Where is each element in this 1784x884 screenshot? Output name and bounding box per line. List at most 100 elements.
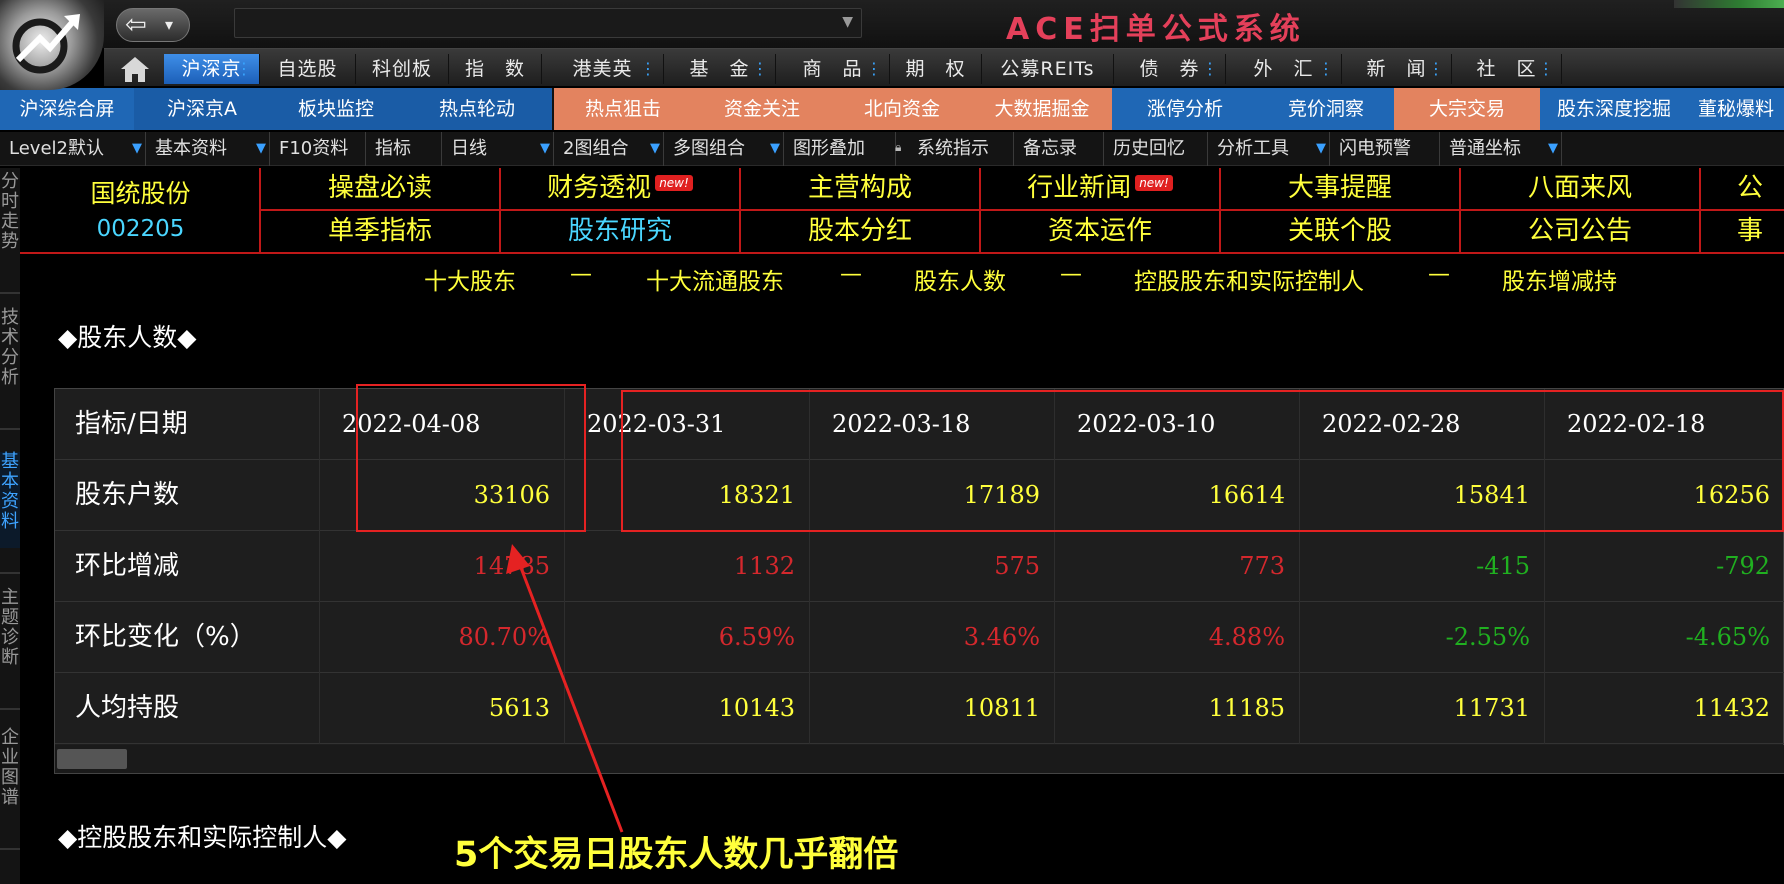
toolbar-item[interactable]: 历史回忆 xyxy=(1104,132,1208,166)
sub-nav-separator: — xyxy=(1428,262,1450,287)
toolbar-item[interactable]: 普通坐标 ▼ xyxy=(1440,132,1562,166)
dots-icon: ⋮ xyxy=(866,59,883,78)
market-tab[interactable]: 社 区 ⋮ xyxy=(1452,54,1562,84)
feature-tab[interactable]: 大数据掘金 xyxy=(972,88,1112,130)
toolbar-item[interactable]: 基本资料 ▼ xyxy=(146,132,270,166)
table-cell: -792 xyxy=(1545,531,1784,602)
dropdown-icon[interactable]: ▼ xyxy=(650,132,660,166)
f10-link[interactable]: 操盘必读 xyxy=(261,168,501,209)
f10-link[interactable]: 行业新闻 new! xyxy=(981,168,1221,209)
f10-link[interactable]: 大事提醒 xyxy=(1221,168,1461,209)
feature-tab[interactable]: 热点狙击 xyxy=(554,88,692,130)
f10-link-label: 公 xyxy=(1737,173,1764,203)
feature-tabs: 沪深综合屏 沪深京A 板块监控 热点轮动 热点狙击 资金关注 北向资金 大数据掘金 涨停分析 竞价… xyxy=(0,88,1784,130)
market-tab[interactable]: 自选股 xyxy=(260,54,356,84)
toolbar-item[interactable]: 指标 xyxy=(366,132,442,166)
side-tab[interactable]: 基本资料 xyxy=(0,452,20,548)
toolbar-item[interactable]: 闪电预警 xyxy=(1330,132,1440,166)
toolbar-item[interactable]: 2图组合 ▼ xyxy=(554,132,664,166)
market-tab[interactable]: 港美英 ⋮ xyxy=(542,54,664,84)
f10-link[interactable]: 八面来风 xyxy=(1461,168,1701,209)
dropdown-icon[interactable]: ▼ xyxy=(1316,132,1326,166)
market-tab[interactable]: 期 权 xyxy=(890,54,982,84)
f10-link-label: 大事提醒 xyxy=(1287,173,1392,203)
side-tab[interactable]: 主题诊断 xyxy=(0,588,20,684)
stock-name[interactable]: 国统股份 xyxy=(20,174,261,210)
market-tab[interactable]: 新 闻 ⋮ xyxy=(1342,54,1452,84)
toolbar-item[interactable]: 图形叠加 xyxy=(784,132,896,166)
feature-tab[interactable]: 北向资金 xyxy=(832,88,972,130)
market-tab-label: 指 数 xyxy=(464,58,525,80)
market-tab[interactable]: 商 品 ⋮ xyxy=(776,54,890,84)
toolbar-item[interactable]: Level2默认 ▼ xyxy=(0,132,146,166)
side-tab[interactable]: 技术分析 xyxy=(0,308,20,404)
sub-nav-link[interactable]: 十大流通股东 xyxy=(646,262,784,296)
dropdown-icon[interactable]: ▼ xyxy=(1548,132,1558,166)
window-controls[interactable] xyxy=(1674,0,1784,8)
f10-link[interactable]: 事 xyxy=(1701,211,1784,252)
header-label: 指标/日期 xyxy=(55,389,320,460)
table-cell: -2.55% xyxy=(1300,602,1545,673)
dropdown-icon[interactable]: ▼ xyxy=(770,132,780,166)
sub-nav-link[interactable]: 股东增减持 xyxy=(1502,262,1617,296)
feature-tab[interactable]: 涨停分析 xyxy=(1112,88,1258,130)
horizontal-scrollbar[interactable] xyxy=(55,745,1784,773)
f10-link[interactable]: 财务透视 new! xyxy=(501,168,741,209)
toolbar-item[interactable]: 多图组合 ▼ xyxy=(664,132,784,166)
feature-tab[interactable]: 热点轮动 xyxy=(402,88,552,130)
scroll-thumb[interactable] xyxy=(57,749,127,769)
feature-tab[interactable]: 大宗交易 xyxy=(1394,88,1540,130)
feature-tab[interactable]: 竞价洞察 xyxy=(1258,88,1394,130)
toolbar-item[interactable]: 备忘录 xyxy=(1014,132,1104,166)
market-tab[interactable]: 沪深京 ⋮ xyxy=(164,54,260,84)
section-title-holders: ◆股东人数◆ xyxy=(58,323,197,352)
table-cell: 1132 xyxy=(565,531,810,602)
market-tab[interactable]: 基 金 ⋮ xyxy=(664,54,776,84)
f10-link[interactable]: 资本运作 xyxy=(981,211,1221,252)
f10-link[interactable]: 单季指标 xyxy=(261,211,501,252)
new-badge: new! xyxy=(655,175,693,191)
market-tab[interactable]: 外 汇 ⋮ xyxy=(1226,54,1342,84)
sub-nav-link[interactable]: 控股股东和实际控制人 xyxy=(1134,262,1364,296)
side-tab[interactable]: 企业图谱 xyxy=(0,728,20,824)
dropdown-icon[interactable]: ▼ xyxy=(132,132,142,166)
toolbar-item-label: 系统指示 xyxy=(917,138,989,159)
market-tab[interactable]: 公募REITs xyxy=(982,54,1114,84)
dropdown-icon[interactable]: ▼ xyxy=(540,132,550,166)
side-tab[interactable]: 分时走势 xyxy=(0,172,20,268)
sub-nav-link[interactable]: 十大股东 xyxy=(424,262,516,296)
stock-code[interactable]: 002205 xyxy=(20,216,261,242)
toolbar-item-label: 分析工具 xyxy=(1217,138,1289,159)
feature-tab[interactable]: 沪深综合屏 xyxy=(0,88,134,130)
sub-nav-link[interactable]: 股东人数 xyxy=(914,262,1006,296)
market-tabs: 沪深京 ⋮ 自选股 科创板指 数港美英 ⋮ 基 金 ⋮ 商 品 ⋮ 期 权公募REITs 债 券 ⋮ 外… xyxy=(104,48,1784,86)
feature-tab[interactable]: 板块监控 xyxy=(270,88,402,130)
f10-link[interactable]: 关联个股 xyxy=(1221,211,1461,252)
f10-link[interactable]: 股东研究 xyxy=(501,211,741,252)
market-tab[interactable]: 债 券 ⋮ xyxy=(1114,54,1226,84)
side-tab-divider xyxy=(0,572,20,574)
f10-link[interactable]: 主营构成 xyxy=(741,168,981,209)
home-icon[interactable] xyxy=(118,53,152,85)
dropdown-icon[interactable]: ▼ xyxy=(256,132,266,166)
toolbar-item[interactable]: F10资料 xyxy=(270,132,366,166)
dropdown-icon[interactable]: ▼ xyxy=(842,14,853,30)
lock-icon[interactable]: 🔒︎ xyxy=(895,140,901,155)
toolbar-item[interactable]: 日线 ▼ xyxy=(442,132,554,166)
feature-tab[interactable]: 股东深度挖掘 xyxy=(1540,88,1688,130)
market-tab[interactable]: 科创板 xyxy=(356,54,449,84)
table-cell: 11432 xyxy=(1545,673,1784,744)
back-button[interactable]: ⇦ ▾ xyxy=(116,8,190,42)
toolbar-item[interactable]: 分析工具 ▼ xyxy=(1208,132,1330,166)
f10-link[interactable]: 公 xyxy=(1701,168,1784,209)
command-input[interactable]: ▼ xyxy=(234,8,862,38)
feature-tab[interactable]: 沪深京A xyxy=(134,88,270,130)
app-logo-icon[interactable] xyxy=(0,0,104,90)
f10-link[interactable]: 股本分红 xyxy=(741,211,981,252)
toolbar-item[interactable]: 系统指示 xyxy=(908,132,1014,166)
feature-tab[interactable]: 资金关注 xyxy=(692,88,832,130)
feature-tab[interactable]: 董秘爆料 xyxy=(1688,88,1784,130)
market-tab[interactable]: 指 数 xyxy=(449,54,542,84)
row-label: 股东户数 xyxy=(55,460,320,531)
f10-link[interactable]: 公司公告 xyxy=(1461,211,1701,252)
